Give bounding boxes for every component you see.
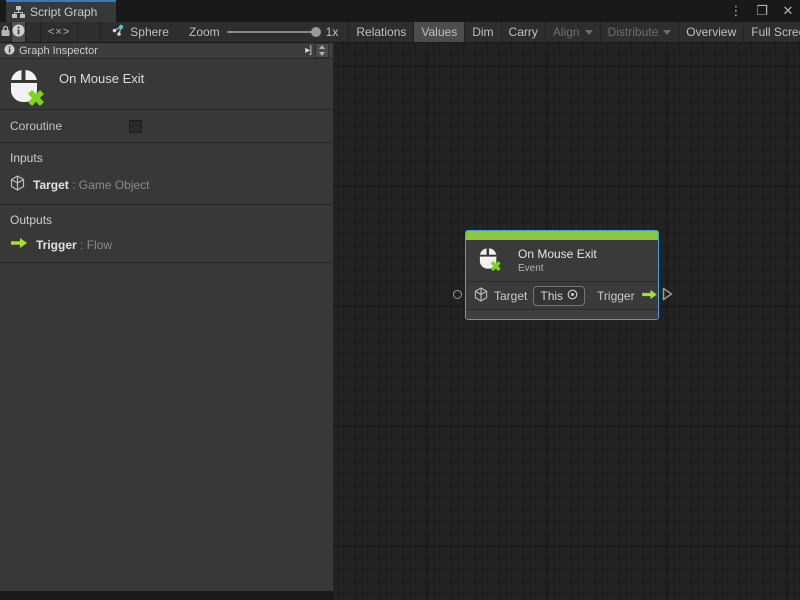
inspector-header: Graph Inspector ▸] bbox=[0, 43, 333, 59]
flow-arrow-icon bbox=[10, 237, 28, 252]
node-title: On Mouse Exit bbox=[518, 247, 597, 261]
lock-icon bbox=[0, 25, 11, 40]
lock-button[interactable] bbox=[0, 22, 12, 42]
edit-source-button[interactable]: <×> bbox=[40, 22, 78, 42]
outputs-section: Outputs Trigger : Flow bbox=[0, 205, 333, 263]
event-title: On Mouse Exit bbox=[59, 71, 144, 86]
target-picker-icon[interactable] bbox=[567, 289, 578, 303]
zoom-label: Zoom bbox=[189, 25, 220, 39]
distribute-dropdown[interactable]: Distribute bbox=[600, 22, 679, 42]
toolbar-right-group: Relations Values Dim Carry Align Distrib… bbox=[348, 22, 800, 42]
scroll-up-icon[interactable] bbox=[319, 45, 325, 49]
trigger-port-label: Trigger bbox=[597, 289, 635, 303]
graph-name-label: Sphere bbox=[130, 25, 169, 39]
tab-label: Script Graph bbox=[30, 5, 97, 19]
graph-node-icon bbox=[111, 24, 124, 40]
coroutine-row: Coroutine bbox=[0, 110, 333, 143]
panel-scroll-stepper[interactable] bbox=[315, 43, 329, 58]
chevron-down-icon bbox=[585, 30, 593, 35]
code-icon: <×> bbox=[48, 26, 70, 38]
inspector-toggle-button[interactable] bbox=[12, 22, 26, 42]
zoom-value: 1x bbox=[326, 25, 339, 39]
node-footer bbox=[466, 309, 658, 319]
dim-button[interactable]: Dim bbox=[464, 22, 500, 42]
chevron-down-icon bbox=[663, 30, 671, 35]
window-close-icon[interactable]: ✕ bbox=[780, 3, 796, 19]
input-connection-port[interactable] bbox=[453, 290, 462, 299]
cube-icon bbox=[10, 175, 25, 194]
tab-script-graph[interactable]: Script Graph bbox=[6, 0, 116, 22]
mouse-exit-icon bbox=[8, 66, 46, 109]
target-port-label: Target bbox=[494, 289, 527, 303]
carry-button[interactable]: Carry bbox=[501, 22, 545, 42]
scroll-down-icon[interactable] bbox=[319, 52, 325, 56]
event-header-section: On Mouse Exit bbox=[0, 59, 333, 110]
output-row-trigger: Trigger : Flow bbox=[10, 237, 323, 252]
window-maximize-icon[interactable]: ❐ bbox=[754, 3, 770, 19]
input-row-target: Target : Game Object bbox=[10, 175, 323, 194]
window-controls: ⋮ ❐ ✕ bbox=[728, 0, 796, 22]
outputs-heading: Outputs bbox=[10, 213, 323, 227]
node-port-row: Target This Trigger bbox=[466, 281, 658, 309]
overview-button[interactable]: Overview bbox=[678, 22, 743, 42]
target-value-button[interactable]: This bbox=[533, 286, 585, 306]
graph-canvas[interactable]: On Mouse Exit Event Target This Trigger bbox=[334, 43, 800, 600]
relations-button[interactable]: Relations bbox=[348, 22, 413, 42]
zoom-control: Zoom 1x bbox=[179, 22, 348, 42]
zoom-slider[interactable] bbox=[227, 31, 319, 33]
output-connection-port[interactable] bbox=[662, 287, 673, 304]
graph-inspector-panel: Graph Inspector ▸] On Mouse Exit Corouti… bbox=[0, 43, 334, 593]
graph-reference-button[interactable]: Sphere bbox=[100, 22, 179, 42]
full-screen-button[interactable]: Full Screen bbox=[743, 22, 800, 42]
inspector-title: Graph Inspector bbox=[19, 45, 301, 57]
coroutine-checkbox[interactable] bbox=[129, 120, 142, 133]
info-icon bbox=[4, 44, 15, 58]
window-tab-bar: Script Graph ⋮ ❐ ✕ bbox=[0, 0, 800, 22]
values-button[interactable]: Values bbox=[413, 22, 464, 42]
cube-icon bbox=[474, 287, 488, 305]
node-event-accent-bar bbox=[466, 231, 658, 240]
align-dropdown[interactable]: Align bbox=[545, 22, 600, 42]
mouse-exit-icon bbox=[478, 245, 502, 275]
node-subtitle: Event bbox=[518, 263, 597, 274]
flow-arrow-icon bbox=[641, 289, 658, 303]
window-menu-icon[interactable]: ⋮ bbox=[728, 3, 744, 19]
graph-hierarchy-icon bbox=[12, 6, 25, 18]
coroutine-label: Coroutine bbox=[10, 119, 129, 133]
zoom-slider-thumb[interactable] bbox=[311, 27, 321, 37]
node-header[interactable]: On Mouse Exit Event bbox=[466, 240, 658, 281]
dock-panel-icon[interactable]: ▸] bbox=[301, 45, 315, 56]
info-icon bbox=[12, 24, 25, 40]
inputs-section: Inputs Target : Game Object bbox=[0, 143, 333, 205]
on-mouse-exit-node[interactable]: On Mouse Exit Event Target This Trigger bbox=[465, 230, 659, 320]
inputs-heading: Inputs bbox=[10, 151, 323, 165]
graph-toolbar: <×> Sphere Zoom 1x Relations Values Dim … bbox=[0, 22, 800, 43]
